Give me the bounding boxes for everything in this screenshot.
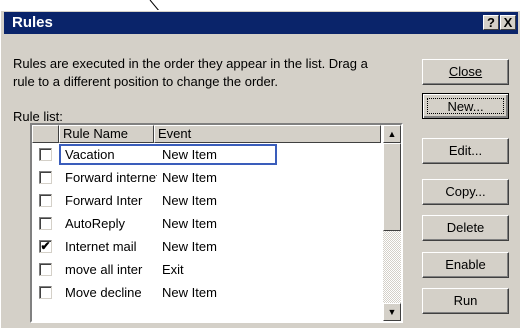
selection-focus-outline — [59, 144, 277, 165]
rule-enabled-checkbox[interactable] — [39, 286, 52, 299]
header-event[interactable]: Event — [154, 125, 381, 143]
help-button[interactable]: ? — [483, 15, 499, 30]
header-rule-name[interactable]: Rule Name — [59, 125, 154, 143]
rule-row[interactable]: Forward internet New Item — [32, 166, 381, 189]
rule-list[interactable]: Rule Name Event Vacation New Item Forward … — [30, 123, 403, 323]
description-text: Rules are executed in the order they app… — [13, 56, 368, 89]
rules-dialog: Rules ? X Rules are executed in the orde… — [0, 10, 520, 328]
rule-enabled-checkbox[interactable] — [39, 217, 52, 230]
scroll-down-button[interactable]: ▼ — [383, 303, 401, 321]
rule-name: AutoReply — [65, 216, 125, 231]
rule-event: New Item — [162, 170, 217, 185]
rule-rows: Vacation New Item Forward internet New Item… — [32, 143, 381, 304]
rule-enabled-checkbox[interactable] — [39, 148, 52, 161]
edit-button[interactable]: Edit... — [422, 138, 509, 164]
rule-enabled-checkbox[interactable] — [39, 171, 52, 184]
rule-enabled-checkbox[interactable] — [39, 194, 52, 207]
header-check-column[interactable] — [32, 125, 59, 143]
rule-name: move all inter — [65, 262, 143, 277]
rule-enabled-checkbox[interactable] — [39, 263, 52, 276]
scroll-up-button[interactable]: ▲ — [383, 125, 401, 143]
rule-enabled-checkbox[interactable]: ✔ — [39, 240, 52, 253]
run-button[interactable]: Run — [422, 288, 509, 314]
dialog-title: Rules — [12, 14, 53, 31]
rule-event: New Item — [162, 285, 217, 300]
rule-event: New Item — [162, 239, 217, 254]
rule-event: Exit — [162, 262, 184, 277]
rule-name: Forward internet — [65, 170, 157, 185]
rule-row[interactable]: Move decline New Item — [32, 281, 381, 304]
copy-button[interactable]: Copy... — [422, 179, 509, 205]
rule-row[interactable]: AutoReply New Item — [32, 212, 381, 235]
delete-button[interactable]: Delete — [422, 215, 509, 241]
scroll-thumb[interactable] — [383, 143, 401, 231]
close-button[interactable]: Close — [422, 59, 509, 85]
new-button[interactable]: New... — [422, 93, 509, 119]
rule-name: Move decline — [65, 285, 142, 300]
enable-button[interactable]: Enable — [422, 252, 509, 278]
title-bar: Rules ? X — [4, 12, 518, 34]
rule-list-label: Rule list: — [13, 109, 63, 124]
rule-row[interactable]: Forward Inter New Item — [32, 189, 381, 212]
rule-row[interactable]: move all inter Exit — [32, 258, 381, 281]
rule-event: New Item — [162, 216, 217, 231]
list-header: Rule Name Event — [32, 125, 381, 143]
rule-name: Forward Inter — [65, 193, 143, 208]
rule-row[interactable]: ✔ Internet mail New Item — [32, 235, 381, 258]
close-window-button[interactable]: X — [500, 15, 516, 30]
vertical-scrollbar[interactable]: ▲ ▼ — [383, 125, 401, 321]
rule-name: Internet mail — [65, 239, 137, 254]
rule-row[interactable]: Vacation New Item — [32, 143, 381, 166]
rule-event: New Item — [162, 193, 217, 208]
